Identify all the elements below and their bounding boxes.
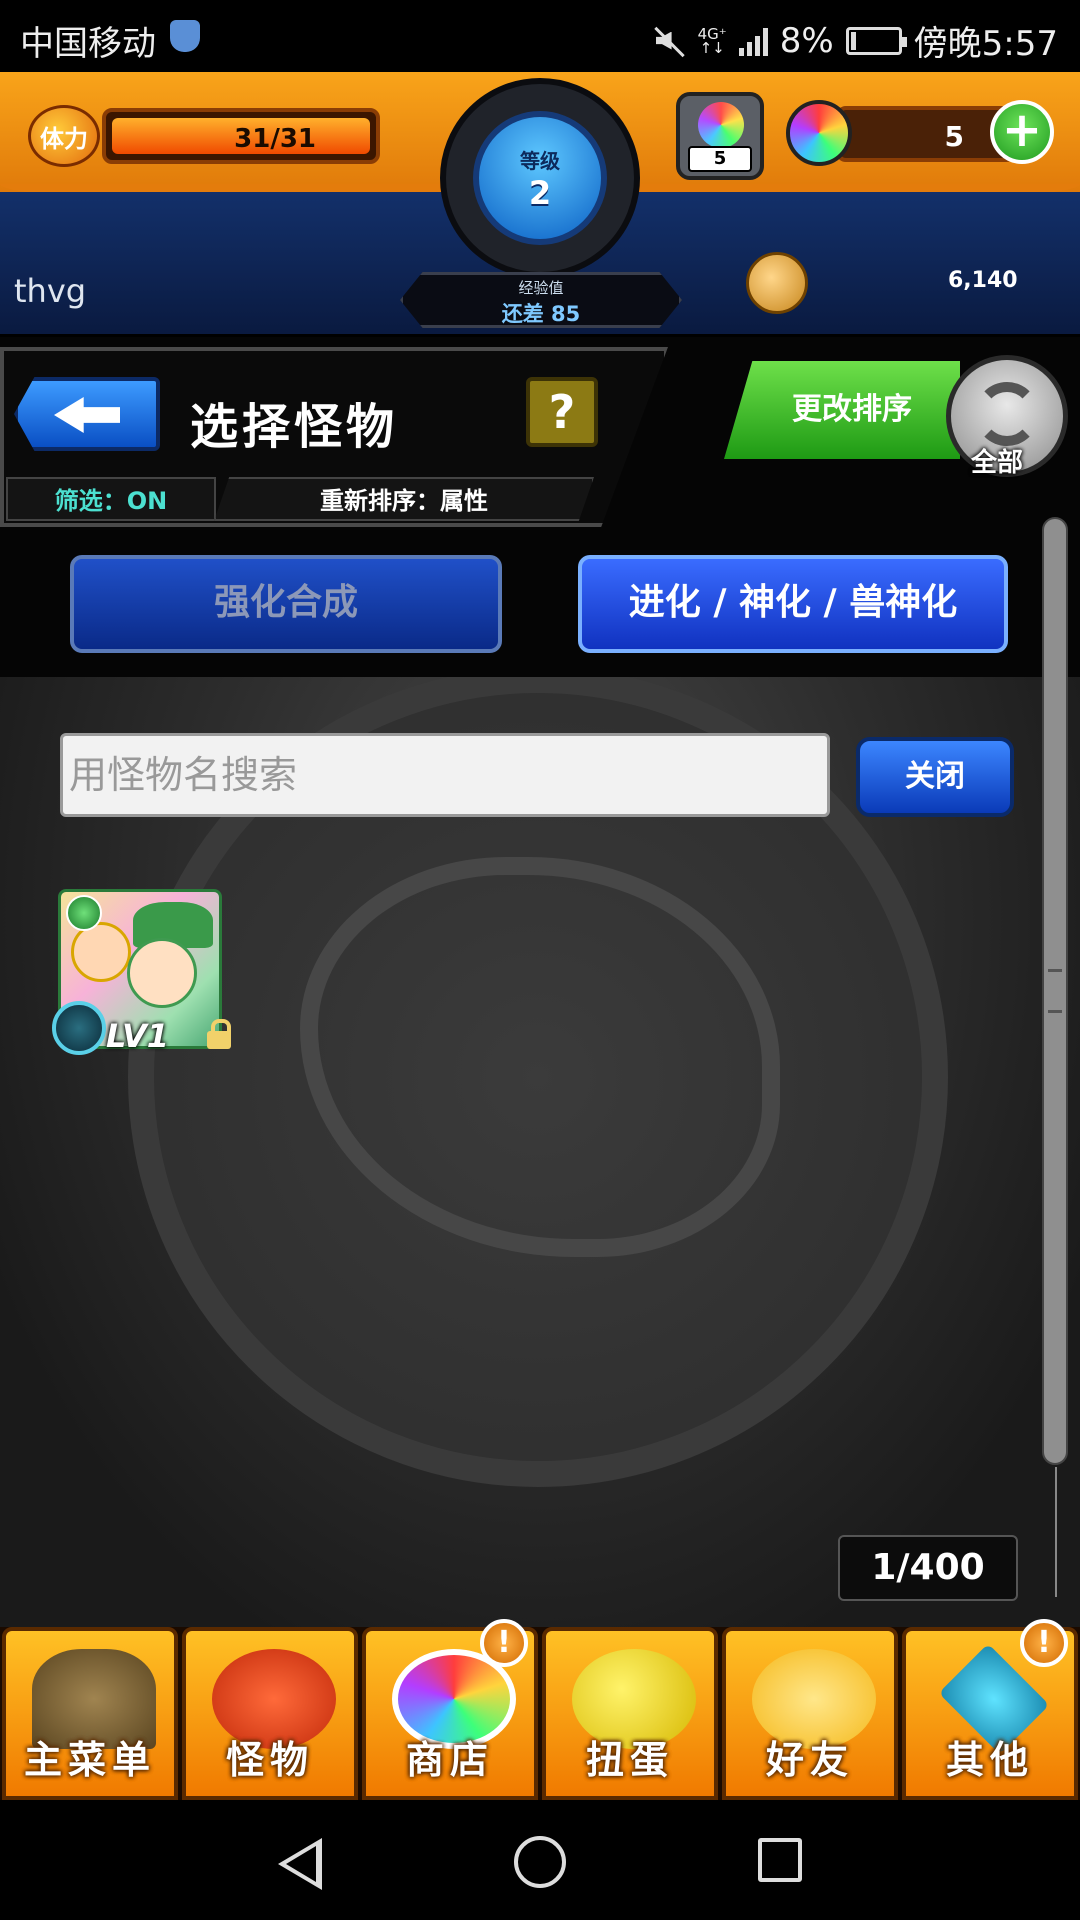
change-sort-button[interactable]: 更改排序 [724,361,960,459]
nav-label: 商店 [405,1738,494,1782]
nav-shop[interactable]: 商店 ! [362,1619,538,1800]
nav-monsters[interactable]: 怪物 [182,1627,358,1800]
nav-label: 其他 [945,1738,1034,1782]
mute-icon [652,24,686,58]
coin-icon [746,252,808,314]
stamina-item-count: 5 [688,146,752,172]
stamina-icon: 体力 [28,105,100,167]
system-nav-bar [0,1800,1080,1920]
system-back-icon[interactable] [278,1838,322,1890]
shield-icon [170,20,200,52]
scroll-track [1055,1467,1057,1597]
exp-plate: 经验值 还差 85 [400,272,682,328]
wood-element-icon [66,895,102,931]
alert-badge-icon: ! [1020,1619,1068,1667]
lock-icon [206,1019,232,1049]
level-value: 2 [528,173,552,212]
scrollbar[interactable] [1042,517,1068,1465]
monster-type-icon [52,1001,106,1055]
battery-icon [845,26,907,55]
battery-percent: 8% [779,20,834,61]
back-button[interactable] [14,377,160,451]
monster-box-count: 1/400 [838,1535,1018,1601]
monster-search-input[interactable] [60,733,830,817]
clock: 傍晚5:57 [913,24,1058,64]
stamina-bar[interactable]: 31/31 [102,108,380,164]
sort-toggle[interactable]: 重新排序：属性 [214,477,594,521]
network-type: 4G⁺ ↑↓ [697,24,727,57]
filter-toggle[interactable]: 筛选：ON [6,477,216,521]
nav-other[interactable]: 其他 ! [902,1619,1078,1800]
help-button[interactable]: ? [526,377,598,447]
bottom-nav: 主菜单 怪物 商店 ! 扭蛋 好友 其他 ! [0,1619,1080,1800]
item-orb-icon [698,102,744,148]
nav-label: 好友 [765,1738,854,1782]
close-search-button[interactable]: 关闭 [856,737,1014,817]
exp-remaining: 还差 85 [501,302,581,326]
refresh-icon [975,382,1039,446]
orb-icon [786,100,852,166]
signal-icon [738,26,768,56]
status-bar: 中国移动 4G⁺ ↑↓ 8% 傍晚5:57 [0,0,1080,72]
refresh-all-button[interactable]: 全部 [946,355,1068,478]
level-badge[interactable]: 等级 2 [440,78,640,278]
nav-label: 怪物 [225,1738,314,1782]
level-label: 等级 [520,148,560,173]
stamina-item-icon[interactable]: 5 [676,92,764,180]
nav-label: 扭蛋 [585,1738,674,1782]
coin-count: 6,140 [948,268,1018,293]
nav-label: 主菜单 [23,1738,156,1782]
nav-friends[interactable]: 好友 [722,1627,898,1800]
username: thvg [14,272,87,310]
nav-gacha[interactable]: 扭蛋 [542,1627,718,1800]
scrollbar-grip-icon[interactable] [1048,969,1062,1013]
system-recents-icon[interactable] [758,1838,802,1882]
orb-counter: 5 [836,106,1016,162]
exp-label: 经验值 [518,279,564,297]
system-home-icon[interactable] [514,1836,566,1888]
monster-select-panel: 选择怪物 ? 筛选：ON 重新排序：属性 更改排序 全部 强化合成 进化 / 神… [0,337,1080,1627]
buy-orbs-button[interactable]: + [990,100,1054,164]
tab-enhance[interactable]: 强化合成 [70,555,502,653]
refresh-all-label: 全部 [971,448,1024,478]
stamina-value: 31/31 [234,124,316,154]
page-title: 选择怪物 [190,399,399,455]
carrier-name: 中国移动 [20,24,156,64]
tab-evolve[interactable]: 进化 / 神化 / 兽神化 [578,555,1008,653]
alert-badge-icon: ! [480,1619,528,1667]
monster-card[interactable]: LV1 [52,889,231,1059]
monster-level: LV1 [106,1017,170,1055]
player-hud: 体力 31/31 等级 2 经验值 还差 85 5 5 + thvg 6,140 [0,72,1080,337]
level-core: 等级 2 [473,111,607,245]
orb-count: 5 [944,120,964,153]
nav-main-menu[interactable]: 主菜单 [2,1627,178,1800]
